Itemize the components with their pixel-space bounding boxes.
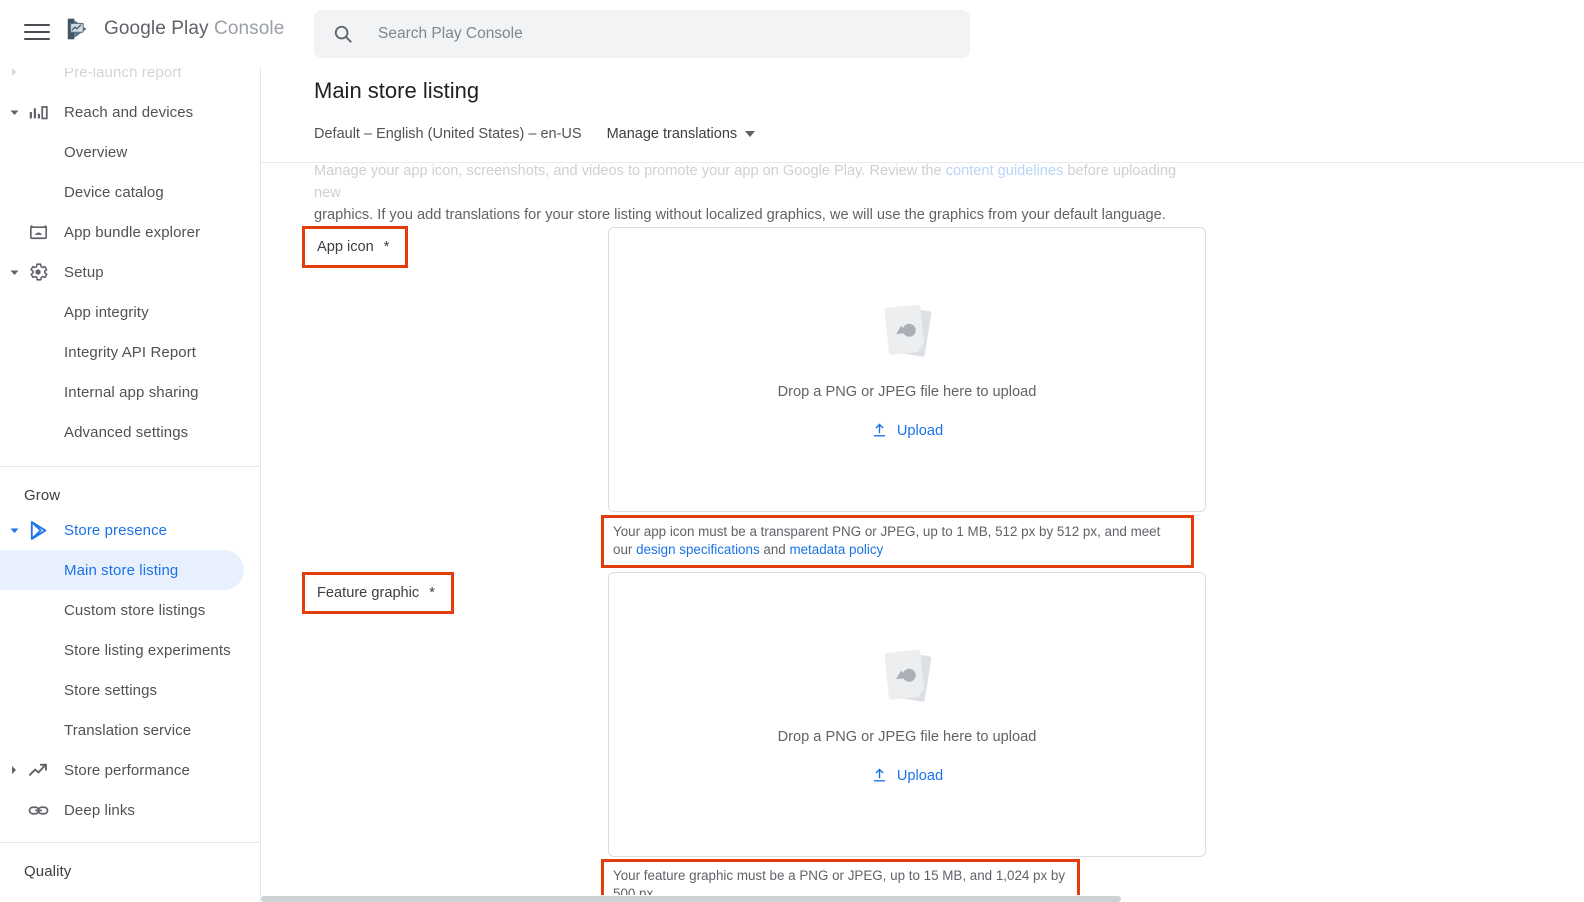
sidebar-item-device-catalog[interactable]: Device catalog [0, 172, 244, 212]
sidebar-item-label: Translation service [64, 721, 192, 739]
sidebar-item-integrity-api-report[interactable]: Integrity API Report [0, 332, 244, 372]
design-specifications-link[interactable]: design specifications [636, 542, 760, 557]
app-icon-upload-button[interactable]: Upload [871, 422, 943, 439]
intro-description: Manage your app icon, screenshots, and v… [314, 160, 1194, 226]
brand-text: Google Play Console [104, 18, 285, 39]
chevron-down-icon [5, 263, 23, 281]
android-bundle-icon [26, 220, 50, 244]
sidebar-item-custom-store-listings[interactable]: Custom store listings [0, 590, 244, 630]
app-icon-drop-text: Drop a PNG or JPEG file here to upload [777, 384, 1037, 400]
horizontal-scrollbar[interactable] [261, 895, 1584, 902]
feature-graphic-dropzone[interactable]: Drop a PNG or JPEG file here to upload U… [608, 572, 1206, 857]
sidebar-item-reach-and-devices[interactable]: Reach and devices [0, 92, 244, 132]
chevron-down-icon [5, 521, 23, 539]
sidebar-item-translation-service[interactable]: Translation service [0, 710, 244, 750]
sidebar-item-store-listing-experiments[interactable]: Store listing experiments [0, 630, 244, 670]
sidebar-item-main-store-listing[interactable]: Main store listing [0, 550, 244, 590]
upload-icon [873, 768, 886, 782]
feature-graphic-label: Feature graphic * [317, 585, 435, 601]
intro-line-1: Manage your app icon, screenshots, and v… [314, 163, 1177, 201]
search-input[interactable] [378, 25, 952, 43]
page-header: Main store listing Default – English (Un… [261, 68, 1584, 163]
search-icon [334, 25, 352, 43]
link-icon [26, 798, 50, 822]
sidebar-item-app-bundle-explorer[interactable]: App bundle explorer [0, 212, 244, 252]
sidebar-item-app-integrity[interactable]: App integrity [0, 292, 244, 332]
feature-graphic-drop-text: Drop a PNG or JPEG file here to upload [777, 729, 1037, 745]
image-placeholder-icon [884, 304, 932, 357]
brand-logo-group[interactable]: Google Play Console [64, 14, 284, 44]
app-icon-upload-label: Upload [896, 422, 944, 439]
sidebar-item-overview[interactable]: Overview [0, 132, 244, 172]
sidebar-item-label: Main store listing [64, 561, 179, 579]
locale-label: Default – English (United States) – en-U… [314, 126, 582, 142]
app-icon-label: App icon * [317, 239, 390, 255]
sidebar-item-label: Overview [64, 143, 128, 161]
sidebar-item-label: Deep links [64, 801, 136, 819]
hamburger-menu-icon[interactable] [24, 18, 52, 46]
page-title: Main store listing [314, 78, 480, 103]
manage-translations-label: Manage translations [606, 126, 738, 142]
sidebar-item-store-performance[interactable]: Store performance [0, 750, 244, 790]
image-placeholder-icon [884, 649, 932, 702]
chevron-right-icon [5, 761, 23, 779]
sidebar-item-label: Store listing experiments [64, 641, 231, 659]
feature-graphic-label-annotation: Feature graphic * [302, 572, 454, 614]
trending-up-icon [26, 758, 50, 782]
sidebar-item-advanced-settings[interactable]: Advanced settings [0, 412, 244, 452]
content-guidelines-link[interactable]: content guidelines [946, 163, 1064, 179]
chevron-down-icon [5, 103, 23, 121]
sidebar-item-label: Store settings [64, 681, 158, 699]
feature-graphic-upload-label: Upload [896, 767, 944, 784]
sidebar-item-label: Advanced settings [64, 423, 189, 441]
play-store-icon [26, 518, 50, 542]
search-bar[interactable] [314, 10, 970, 58]
app-icon-helper-text: Your app icon must be a transparent PNG … [613, 524, 1161, 557]
scroll-area: Manage your app icon, screenshots, and v… [261, 68, 1584, 902]
sidebar-item-label: Device catalog [64, 183, 164, 201]
sidebar-item-deep-links[interactable]: Deep links [0, 790, 244, 830]
top-bar: Google Play Console [0, 0, 1584, 68]
sidebar-item-store-presence[interactable]: Store presence [0, 510, 244, 550]
sidebar-item-setup[interactable]: Setup [0, 252, 244, 292]
sidebar-item-label: Internal app sharing [64, 383, 199, 401]
chevron-down-icon [745, 131, 756, 137]
app-icon-helper-annotation: Your app icon must be a transparent PNG … [601, 515, 1194, 568]
app-icon-dropzone[interactable]: Drop a PNG or JPEG file here to upload U… [608, 227, 1206, 512]
sidebar: Pre-launch report Reach and devices Over… [0, 0, 261, 902]
sidebar-item-label: Integrity API Report [64, 343, 197, 361]
manage-translations-button[interactable]: Manage translations [607, 126, 756, 142]
sidebar-section-quality: Quality [24, 863, 72, 880]
app-icon-label-annotation: App icon * [302, 226, 409, 268]
horizontal-scrollbar-thumb[interactable] [261, 896, 1121, 902]
bar-chart-icon [26, 100, 50, 124]
sidebar-item-label: App integrity [64, 303, 149, 321]
sidebar-item-label: Custom store listings [64, 601, 206, 619]
sidebar-item-internal-app-sharing[interactable]: Internal app sharing [0, 372, 244, 412]
sidebar-item-store-settings[interactable]: Store settings [0, 670, 244, 710]
main-content: Manage your app icon, screenshots, and v… [261, 0, 1584, 902]
gear-icon [26, 260, 50, 284]
metadata-policy-link[interactable]: metadata policy [789, 542, 883, 557]
google-play-console-logo [67, 18, 87, 40]
upload-icon [873, 423, 886, 437]
sidebar-section-grow: Grow [24, 487, 61, 504]
intro-line-2: graphics. If you add translations for yo… [314, 207, 1166, 223]
locale-row: Default – English (United States) – en-U… [314, 126, 756, 142]
feature-graphic-upload-button[interactable]: Upload [871, 767, 943, 784]
